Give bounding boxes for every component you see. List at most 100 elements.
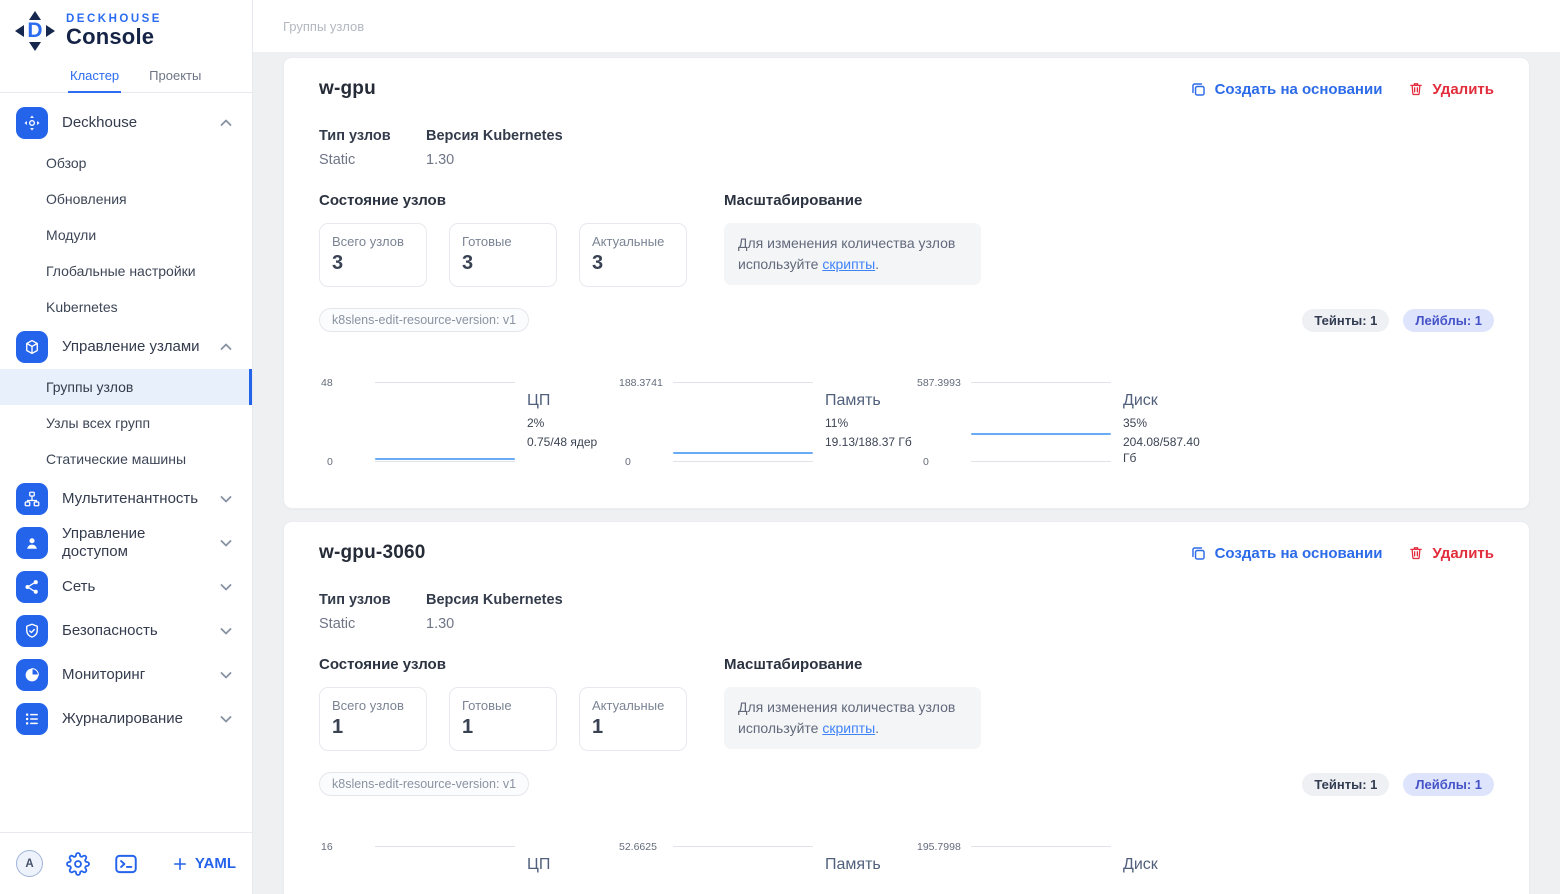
sidebar-group-label: Управление доступом <box>62 525 204 561</box>
sidebar-group-logging[interactable]: Журналирование <box>0 697 252 741</box>
copy-icon <box>1190 545 1207 562</box>
chart-percent: 11% <box>825 416 915 430</box>
sidebar-group-label: Мультитенантность <box>62 490 204 508</box>
scripts-link[interactable]: скрипты <box>822 720 875 736</box>
logo-arrow-down <box>29 42 41 51</box>
stat-label: Актуальные <box>592 698 674 713</box>
create-yaml-button[interactable]: YAML <box>172 855 236 872</box>
create-from-button[interactable]: Создать на основании <box>1190 545 1383 562</box>
sidebar-group-label: Сеть <box>62 578 204 596</box>
axis-max: 188.3741 <box>617 377 669 389</box>
stat-ready-nodes: Готовые 3 <box>449 223 557 287</box>
cpu-plot: 48 0 <box>319 378 515 466</box>
chevron-down-icon <box>218 667 234 683</box>
sidebar-group-label: Управление узлами <box>62 338 204 356</box>
sidebar-item-overview[interactable]: Обзор <box>0 145 252 181</box>
sidebar-item-global-settings[interactable]: Глобальные настройки <box>0 253 252 289</box>
chart-detail: 204.08/587.40 Гб <box>1123 434 1213 466</box>
sidebar-group-security[interactable]: Безопасность <box>0 609 252 653</box>
charts-row: 16 ЦП 52.6625 <box>319 842 1494 894</box>
create-from-button[interactable]: Создать на основании <box>1190 81 1383 98</box>
axis-min: 0 <box>915 456 967 468</box>
memory-plot: 188.3741 0 <box>617 378 813 466</box>
sidebar: D DECKHOUSE Console Кластер Проекты Deck… <box>0 0 253 894</box>
stat-label: Готовые <box>462 698 544 713</box>
meta-row: Тип узлов Static Версия Kubernetes 1.30 <box>319 128 1494 168</box>
gridline-top <box>673 382 813 383</box>
axis-max: 48 <box>319 377 371 389</box>
stat-label: Всего узлов <box>332 234 414 249</box>
node-state-section: Состояние узлов Всего узлов 1 Готовые 1 <box>319 656 687 751</box>
sidebar-group-multitenancy[interactable]: Мультитенантность <box>0 477 252 521</box>
chevron-down-icon <box>218 491 234 507</box>
sidebar-item-updates[interactable]: Обновления <box>0 181 252 217</box>
sidebar-group-deckhouse[interactable]: Deckhouse <box>0 101 252 145</box>
logging-list-icon <box>16 703 48 735</box>
tab-projects[interactable]: Проекты <box>147 62 203 92</box>
sidebar-group-access-management[interactable]: Управление доступом <box>0 521 252 565</box>
sidebar-item-kubernetes[interactable]: Kubernetes <box>0 289 252 325</box>
user-avatar[interactable]: A <box>16 850 43 877</box>
network-icon <box>16 571 48 603</box>
delete-button[interactable]: Удалить <box>1408 545 1494 562</box>
sidebar-item-static-machines[interactable]: Статические машины <box>0 441 252 477</box>
sidebar-item-node-groups[interactable]: Группы узлов <box>0 369 252 405</box>
tag-row: k8slens-edit-resource-version: v1 Тейнты… <box>319 308 1494 332</box>
sidebar-group-monitoring[interactable]: Мониторинг <box>0 653 252 697</box>
scaling-suffix: . <box>875 256 879 272</box>
chart-detail: 0.75/48 ядер <box>527 434 617 450</box>
k8s-version-label: Версия Kubernetes <box>426 128 563 144</box>
chart-title: Память <box>825 856 915 874</box>
stat-total-nodes: Всего узлов 3 <box>319 223 427 287</box>
taints-badge[interactable]: Тейнты: 1 <box>1302 773 1389 796</box>
cpu-plot: 16 <box>319 842 515 894</box>
brand-text: DECKHOUSE Console <box>66 13 162 48</box>
labels-badge[interactable]: Лейблы: 1 <box>1403 773 1494 796</box>
sidebar-group-label: Безопасность <box>62 622 204 640</box>
content[interactable]: w-gpu Создать на основании Удалить <box>253 52 1560 894</box>
stat-row: Всего узлов 3 Готовые 3 Актуальные 3 <box>319 223 687 287</box>
sidebar-item-modules[interactable]: Модули <box>0 217 252 253</box>
terminal-icon[interactable] <box>113 851 139 877</box>
axis-min: 0 <box>617 456 669 468</box>
stat-value: 1 <box>332 716 414 739</box>
scaling-section: Масштабирование Для изменения количества… <box>724 192 981 287</box>
sidebar-group-label: Deckhouse <box>62 114 204 132</box>
chevron-down-icon <box>218 623 234 639</box>
labels-badge[interactable]: Лейблы: 1 <box>1403 309 1494 332</box>
chart-label-block: ЦП 2% 0.75/48 ядер <box>527 378 617 466</box>
scripts-link[interactable]: скрипты <box>822 256 875 272</box>
sidebar-group-node-management[interactable]: Управление узлами <box>0 325 252 369</box>
charts-row: 48 0 ЦП 2% 0.75/48 ядер <box>319 378 1494 466</box>
k8s-version: Версия Kubernetes 1.30 <box>426 128 563 168</box>
sidebar-item-all-nodes[interactable]: Узлы всех групп <box>0 405 252 441</box>
chart-percent: 2% <box>527 416 617 430</box>
card-header: w-gpu-3060 Создать на основании Удалить <box>319 542 1494 564</box>
gridline-bottom <box>673 461 813 462</box>
chart-title: Диск <box>1123 392 1213 410</box>
scaling-title: Масштабирование <box>724 192 981 209</box>
tab-cluster[interactable]: Кластер <box>68 62 121 93</box>
brand-name-bottom: Console <box>66 25 162 48</box>
tag-row: k8slens-edit-resource-version: v1 Тейнты… <box>319 772 1494 796</box>
taints-badge[interactable]: Тейнты: 1 <box>1302 309 1389 332</box>
sidebar-group-label: Журналирование <box>62 710 204 728</box>
chart-label-block: ЦП <box>527 842 617 894</box>
node-type: Тип узлов Static <box>319 592 426 632</box>
stat-value: 1 <box>462 716 544 739</box>
node-state-title: Состояние узлов <box>319 192 687 209</box>
delete-button[interactable]: Удалить <box>1408 81 1494 98</box>
sidebar-group-network[interactable]: Сеть <box>0 565 252 609</box>
plus-icon <box>172 856 188 872</box>
chart-title: Диск <box>1123 856 1213 874</box>
settings-gear-icon[interactable] <box>65 851 91 877</box>
security-shield-icon <box>16 615 48 647</box>
copy-icon <box>1190 81 1207 98</box>
chevron-up-icon <box>218 115 234 131</box>
sidebar-footer: A YAML <box>0 832 252 894</box>
delete-label: Удалить <box>1432 81 1494 98</box>
breadcrumb: Группы узлов <box>283 19 364 34</box>
node-type-label: Тип узлов <box>319 592 426 608</box>
chart-label-block: Диск <box>1123 842 1213 894</box>
disk-chart: 195.7998 Диск <box>915 842 1213 894</box>
